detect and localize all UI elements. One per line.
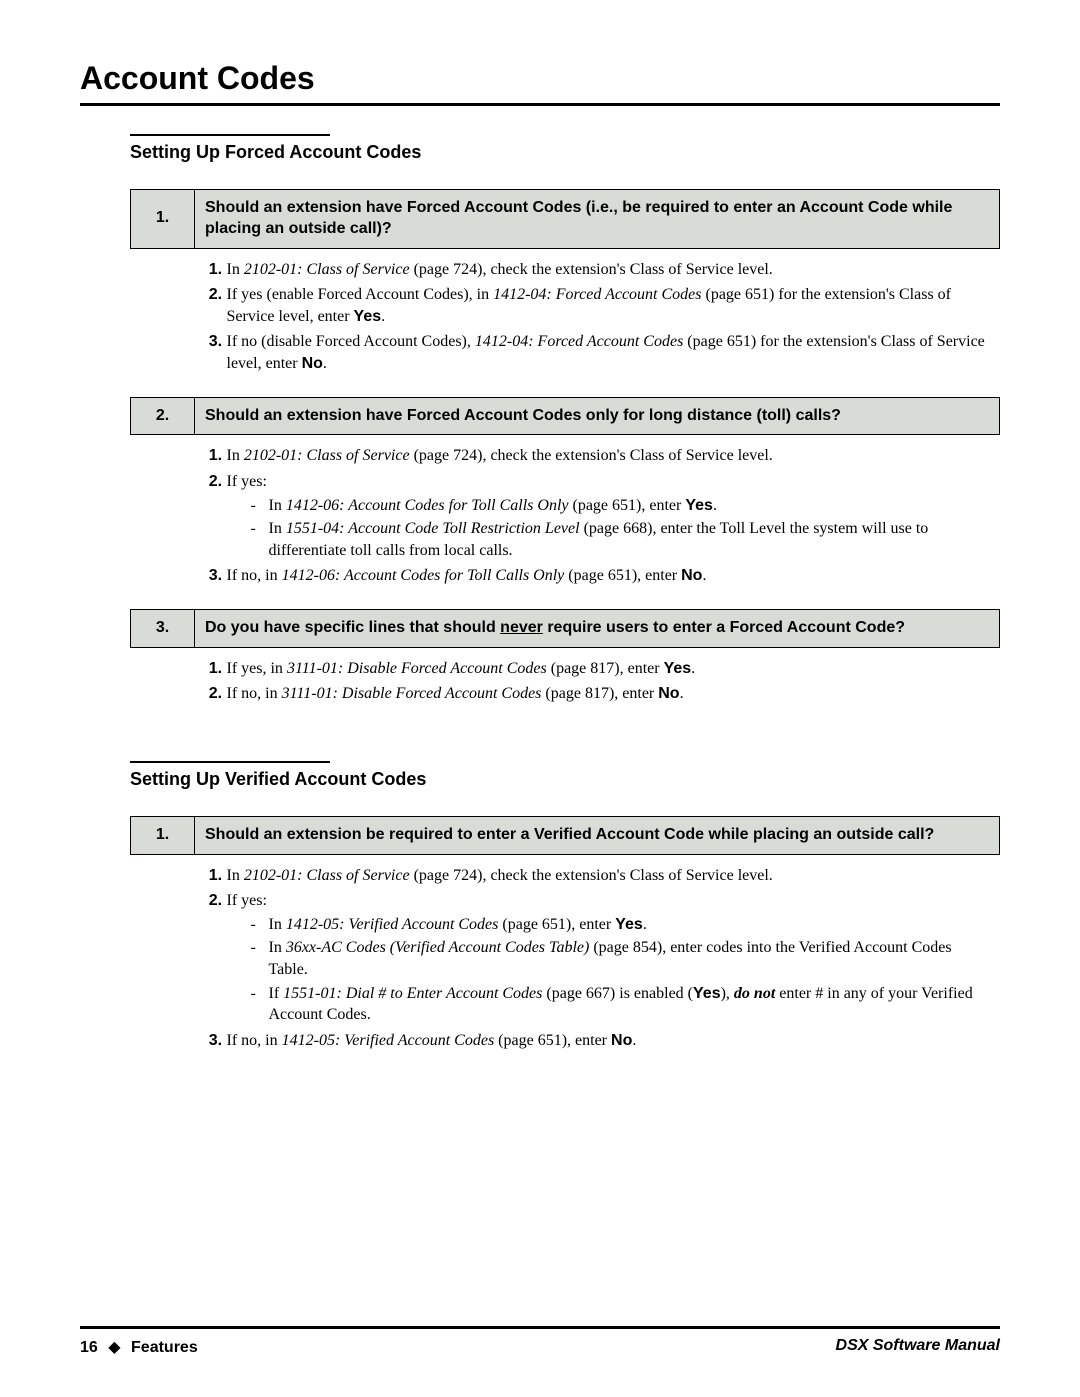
answer-row: In 2102-01: Class of Service (page 724),…: [131, 854, 1000, 1073]
footer-diamond-icon: ◆: [108, 1339, 120, 1356]
answer-row: In 2102-01: Class of Service (page 724),…: [131, 248, 1000, 397]
question-text: Should an extension be required to enter…: [195, 816, 1000, 854]
section-heading: Setting Up Verified Account Codes: [130, 769, 1000, 790]
question-number: 3.: [131, 609, 195, 647]
answer-row: In 2102-01: Class of Service (page 724),…: [131, 435, 1000, 610]
section-rule: [130, 761, 330, 763]
answer-item: If yes:In 1412-06: Account Codes for Tol…: [227, 471, 990, 561]
question-number: 1.: [131, 816, 195, 854]
answer-spacer: [131, 435, 195, 610]
section-heading: Setting Up Forced Account Codes: [130, 142, 1000, 163]
page-title: Account Codes: [80, 60, 1000, 97]
section-block: Setting Up Verified Account Codes 1.Shoul…: [130, 761, 1000, 1074]
question-text: Should an extension have Forced Account …: [195, 190, 1000, 249]
answer-item: If no (disable Forced Account Codes), 14…: [227, 331, 990, 374]
question-row: 3.Do you have specific lines that should…: [131, 609, 1000, 647]
section-block: Setting Up Forced Account Codes1.Should …: [130, 134, 1000, 727]
answer-row: If yes, in 3111-01: Disable Forced Accou…: [131, 647, 1000, 727]
answer-cell: In 2102-01: Class of Service (page 724),…: [195, 854, 1000, 1073]
footer-manual-title: DSX Software Manual: [836, 1337, 1000, 1357]
question-row: 1.Should an extension have Forced Accoun…: [131, 190, 1000, 249]
answer-item: If no, in 1412-06: Account Codes for Tol…: [227, 565, 990, 587]
question-text: Do you have specific lines that should n…: [195, 609, 1000, 647]
page-number: 16: [80, 1339, 98, 1356]
answer-spacer: [131, 647, 195, 727]
answer-item: In 2102-01: Class of Service (page 724),…: [227, 865, 990, 887]
answer-item: If yes, in 3111-01: Disable Forced Accou…: [227, 658, 990, 680]
question-text: Should an extension have Forced Account …: [195, 397, 1000, 435]
footer-section-name: Features: [131, 1339, 198, 1356]
question-row: 1.Should an extension be required to ent…: [131, 816, 1000, 854]
footer-left: 16 ◆ Features: [80, 1337, 198, 1357]
question-number: 2.: [131, 397, 195, 435]
answer-cell: In 2102-01: Class of Service (page 724),…: [195, 248, 1000, 397]
footer-rule: [80, 1326, 1000, 1329]
section-rule: [130, 134, 330, 136]
answer-cell: If yes, in 3111-01: Disable Forced Accou…: [195, 647, 1000, 727]
answer-item: In 2102-01: Class of Service (page 724),…: [227, 445, 990, 467]
answer-item: If no, in 3111-01: Disable Forced Accoun…: [227, 683, 990, 705]
answer-item: If yes (enable Forced Account Codes), in…: [227, 284, 990, 327]
answer-spacer: [131, 248, 195, 397]
qa-table: 1.Should an extension be required to ent…: [130, 816, 1000, 1074]
title-rule: [80, 103, 1000, 106]
question-number: 1.: [131, 190, 195, 249]
qa-table: 1.Should an extension have Forced Accoun…: [130, 189, 1000, 727]
page-footer: 16 ◆ Features DSX Software Manual: [80, 1326, 1000, 1357]
answer-spacer: [131, 854, 195, 1073]
question-row: 2.Should an extension have Forced Accoun…: [131, 397, 1000, 435]
answer-item: In 2102-01: Class of Service (page 724),…: [227, 259, 990, 281]
answer-item: If no, in 1412-05: Verified Account Code…: [227, 1030, 990, 1052]
answer-item: If yes:In 1412-05: Verified Account Code…: [227, 890, 990, 1026]
answer-cell: In 2102-01: Class of Service (page 724),…: [195, 435, 1000, 610]
